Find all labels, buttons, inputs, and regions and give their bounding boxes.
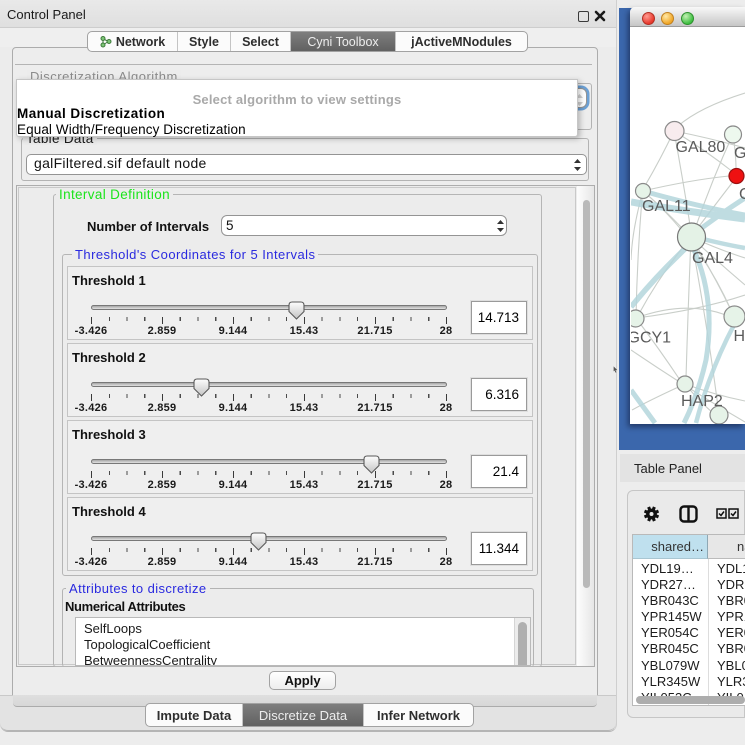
svg-text:GAL4: GAL4 xyxy=(692,250,733,267)
svg-text:H: H xyxy=(734,328,745,345)
svg-text:HAP2: HAP2 xyxy=(681,393,723,410)
svg-text:GCY1: GCY1 xyxy=(631,330,671,347)
svg-text:GAL11: GAL11 xyxy=(642,198,691,215)
svg-text:GAL80: GAL80 xyxy=(676,139,726,156)
svg-text:GA: GA xyxy=(734,145,745,162)
svg-text:C: C xyxy=(739,186,745,203)
